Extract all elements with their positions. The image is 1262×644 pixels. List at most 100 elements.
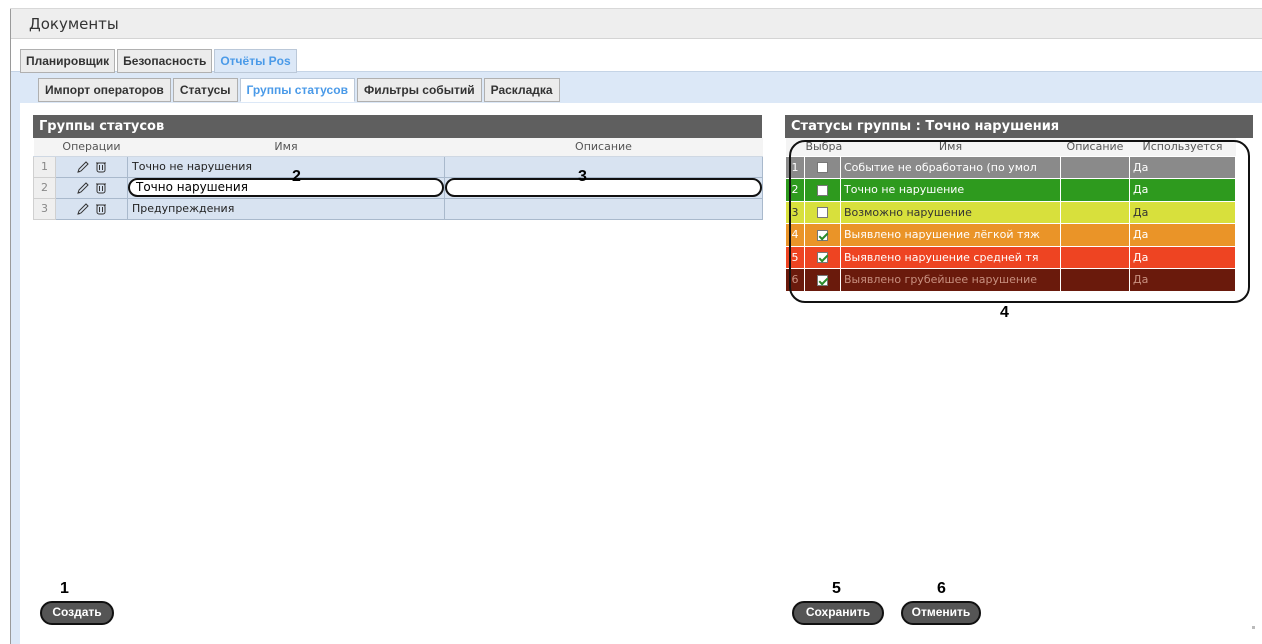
row-name[interactable]: Точно не нарушения	[127, 155, 445, 178]
sub-tabs: Импорт операторов Статусы Группы статусо…	[38, 78, 562, 102]
group-statuses-panel: Статусы группы : Точно нарушения Выбра И…	[785, 115, 1253, 292]
status-description	[1060, 268, 1130, 292]
trash-icon[interactable]	[94, 160, 108, 174]
trash-icon[interactable]	[94, 202, 108, 216]
annotation-marker-2: 2	[292, 168, 301, 185]
select-cell	[804, 200, 841, 224]
status-name: Выявлено грубейшее нарушение	[840, 268, 1061, 292]
tab-pos-reports[interactable]: Отчёты Pos	[214, 49, 297, 73]
select-cell	[804, 155, 841, 179]
status-select-checkbox[interactable]	[817, 229, 828, 241]
column-header-num	[785, 138, 805, 156]
column-header-select[interactable]: Выбра	[804, 138, 842, 156]
status-description	[1060, 245, 1130, 269]
status-name: Выявлено нарушение лёгкой тяж	[840, 223, 1061, 247]
trash-icon[interactable]	[94, 181, 108, 195]
table-row[interactable]: 1 Точно не нарушения	[33, 155, 763, 178]
group-statuses-title: Статусы группы : Точно нарушения	[785, 115, 1253, 138]
group-statuses-table: Выбра Имя Описание Используется 1 Событи…	[785, 138, 1236, 292]
annotation-marker-6: 6	[937, 580, 946, 597]
status-description	[1060, 223, 1130, 247]
row-number: 1	[785, 155, 805, 179]
status-description	[1060, 200, 1130, 224]
row-number: 5	[785, 245, 805, 269]
status-name: Выявлено нарушение средней тя	[840, 245, 1061, 269]
select-cell	[804, 178, 841, 202]
group-name-input[interactable]: Точно нарушения	[128, 178, 444, 197]
row-number: 6	[785, 268, 805, 292]
status-select-checkbox[interactable]	[817, 274, 828, 286]
annotation-marker-1: 1	[60, 580, 69, 597]
status-row[interactable]: 4 Выявлено нарушение лёгкой тяж Да	[785, 223, 1236, 247]
tab-security[interactable]: Безопасность	[117, 49, 213, 73]
row-description[interactable]	[444, 155, 763, 178]
select-cell	[804, 245, 841, 269]
row-description[interactable]	[444, 197, 763, 220]
window-title: Документы	[11, 9, 1262, 39]
window-resize-dot	[1252, 626, 1255, 629]
status-row[interactable]: 5 Выявлено нарушение средней тя Да	[785, 245, 1236, 269]
pencil-icon[interactable]	[76, 202, 90, 216]
column-header-name[interactable]: Имя	[840, 138, 1061, 156]
tab-event-filters[interactable]: Фильтры событий	[356, 78, 482, 102]
status-row[interactable]: 3 Возможно нарушение Да	[785, 200, 1236, 224]
row-operations	[55, 155, 128, 178]
status-used: Да	[1129, 268, 1236, 292]
row-number: 2	[785, 178, 805, 202]
status-used: Да	[1129, 155, 1236, 179]
select-cell	[804, 268, 841, 292]
row-name-cell: Точно нарушения	[127, 176, 445, 199]
tab-status-groups[interactable]: Группы статусов	[239, 78, 355, 102]
status-used: Да	[1129, 223, 1236, 247]
annotation-marker-5: 5	[832, 580, 841, 597]
row-number: 3	[785, 200, 805, 224]
status-groups-table: Операции Имя Описание 1 Точно не нарушен…	[33, 138, 763, 220]
status-select-checkbox[interactable]	[817, 207, 828, 219]
main-tabs: Планировщик Безопасность Отчёты Pos	[20, 49, 299, 73]
row-number: 4	[785, 223, 805, 247]
column-header-description[interactable]: Описание	[444, 138, 763, 157]
table-row[interactable]: 2 Точно нарушения	[33, 176, 763, 199]
status-used: Да	[1129, 200, 1236, 224]
tab-statuses[interactable]: Статусы	[172, 78, 238, 102]
status-groups-panel: Группы статусов Операции Имя Описание 1 …	[33, 115, 763, 220]
row-number: 2	[33, 176, 56, 199]
status-name: Возможно нарушение	[840, 200, 1061, 224]
row-number: 3	[33, 197, 56, 220]
tab-import-operators[interactable]: Импорт операторов	[38, 78, 171, 102]
status-select-checkbox[interactable]	[817, 162, 828, 174]
row-name[interactable]: Предупреждения	[127, 197, 445, 220]
column-header-name[interactable]: Имя	[127, 138, 445, 157]
status-groups-title: Группы статусов	[33, 115, 762, 138]
column-header-num	[33, 138, 56, 157]
status-select-checkbox[interactable]	[817, 184, 828, 196]
annotation-marker-3: 3	[578, 168, 587, 185]
status-row[interactable]: 1 Событие не обработано (по умол Да	[785, 155, 1236, 179]
tab-layout[interactable]: Раскладка	[483, 78, 560, 102]
row-operations	[55, 176, 128, 199]
status-name: Точно не нарушение	[840, 178, 1061, 202]
status-description	[1060, 155, 1130, 179]
row-description-cell	[444, 176, 763, 199]
group-description-input[interactable]	[445, 178, 762, 197]
status-used: Да	[1129, 178, 1236, 202]
annotation-marker-4: 4	[1000, 304, 1009, 321]
status-name: Событие не обработано (по умол	[840, 155, 1061, 179]
pencil-icon[interactable]	[76, 181, 90, 195]
save-button[interactable]: Сохранить	[792, 601, 884, 625]
row-number: 1	[33, 155, 56, 178]
select-cell	[804, 223, 841, 247]
status-row[interactable]: 2 Точно не нарушение Да	[785, 178, 1236, 202]
column-header-description[interactable]: Описание	[1060, 138, 1130, 156]
row-operations	[55, 197, 128, 220]
status-select-checkbox[interactable]	[817, 252, 828, 264]
create-button[interactable]: Создать	[40, 601, 114, 625]
tab-planner[interactable]: Планировщик	[20, 49, 116, 73]
pencil-icon[interactable]	[76, 160, 90, 174]
column-header-ops: Операции	[55, 138, 128, 157]
column-header-used[interactable]: Используется	[1129, 138, 1236, 156]
table-row[interactable]: 3 Предупреждения	[33, 197, 763, 220]
group-statuses-grid: Выбра Имя Описание Используется 1 Событи…	[785, 138, 1253, 292]
cancel-button[interactable]: Отменить	[901, 601, 981, 625]
status-row[interactable]: 6 Выявлено грубейшее нарушение Да	[785, 268, 1236, 292]
